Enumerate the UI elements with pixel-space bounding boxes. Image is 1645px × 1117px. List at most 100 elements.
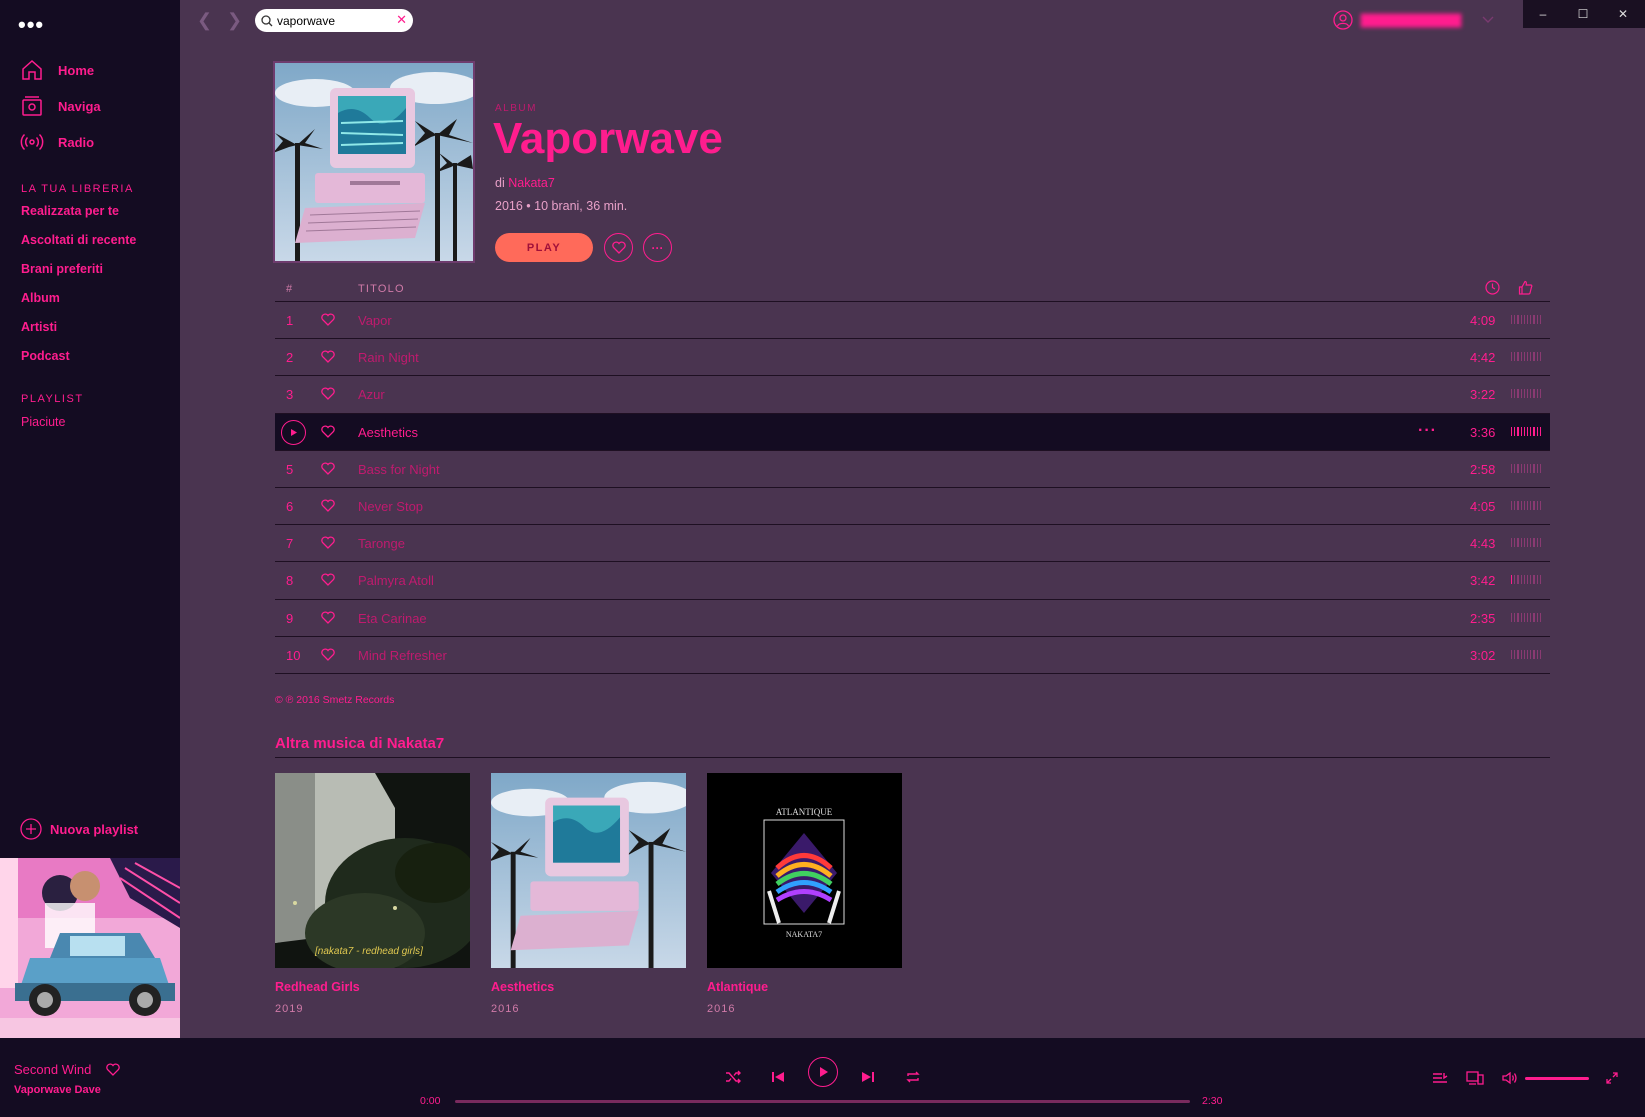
track-title[interactable]: Palmyra Atoll xyxy=(358,573,434,588)
forward-arrow-icon[interactable]: ❯ xyxy=(227,10,242,31)
repeat-icon[interactable] xyxy=(905,1070,921,1084)
search-input[interactable] xyxy=(277,13,387,28)
track-popularity xyxy=(1511,463,1542,473)
track-play-button[interactable] xyxy=(281,419,306,445)
track-more-button[interactable]: ··· xyxy=(1418,422,1437,440)
track-title[interactable]: Eta Carinae xyxy=(358,611,427,626)
track-row[interactable]: 7 Taronge 4:43 xyxy=(275,525,1550,563)
album-artist-link[interactable]: Nakata7 xyxy=(508,176,555,190)
track-title[interactable]: Taronge xyxy=(358,536,405,551)
track-popularity xyxy=(1511,538,1542,548)
track-row[interactable]: Aesthetics ··· 3:36 xyxy=(275,413,1550,451)
track-title[interactable]: Aesthetics xyxy=(358,425,418,440)
heart-icon[interactable] xyxy=(321,462,335,475)
album-card-aesthetics[interactable]: Aesthetics 2016 xyxy=(491,773,686,1015)
player-play-button[interactable] xyxy=(808,1057,838,1087)
heart-icon[interactable] xyxy=(321,499,335,512)
progress-bar[interactable] xyxy=(455,1100,1190,1103)
play-icon xyxy=(820,1067,828,1077)
chevron-down-icon[interactable] xyxy=(1481,12,1495,26)
play-icon xyxy=(291,428,297,436)
playlist-item-liked[interactable]: Piaciute xyxy=(21,415,65,429)
track-title[interactable]: Never Stop xyxy=(358,499,423,514)
library-item-liked-songs[interactable]: Brani preferiti xyxy=(21,262,103,276)
track-title[interactable]: Vapor xyxy=(358,313,392,328)
fullscreen-icon[interactable] xyxy=(1605,1071,1619,1085)
album-card-cover-title: ATLANTIQUE xyxy=(776,807,833,817)
library-item-podcasts[interactable]: Podcast xyxy=(21,349,70,363)
album-card-name[interactable]: Redhead Girls xyxy=(275,980,470,994)
divider xyxy=(275,757,1550,758)
user-menu[interactable]: ▇▇▇▇▇▇▇▇▇▇ xyxy=(1333,10,1494,30)
track-row[interactable]: 8 Palmyra Atoll 3:42 xyxy=(275,562,1550,600)
now-playing-cover[interactable] xyxy=(0,858,180,1038)
new-playlist-button[interactable]: Nuova playlist xyxy=(20,818,138,840)
heart-icon[interactable] xyxy=(321,313,335,326)
track-title[interactable]: Azur xyxy=(358,387,385,402)
album-meta: 2016 • 10 brani, 36 min. xyxy=(495,199,628,213)
track-row[interactable]: 10 Mind Refresher 3:02 xyxy=(275,637,1550,674)
track-row[interactable]: 5 Bass for Night 2:58 xyxy=(275,451,1550,488)
heart-icon[interactable] xyxy=(321,610,335,624)
next-icon[interactable] xyxy=(861,1070,875,1084)
now-playing-title[interactable]: Second Wind xyxy=(14,1062,91,1077)
album-card-atlantique[interactable]: ATLANTIQUE NAKATA7 Atlantique 2016 xyxy=(707,773,902,1015)
track-number: 10 xyxy=(286,647,301,663)
previous-icon[interactable] xyxy=(771,1070,785,1084)
library-item-artists[interactable]: Artisti xyxy=(21,320,57,334)
track-row[interactable]: 1 Vapor 4:09 xyxy=(275,302,1550,340)
library-item-recently-played[interactable]: Ascoltati di recente xyxy=(21,233,136,247)
volume-icon[interactable] xyxy=(1502,1071,1518,1085)
more-options-button[interactable]: ··· xyxy=(643,233,672,262)
album-card-cover[interactable] xyxy=(491,773,686,968)
library-item-albums[interactable]: Album xyxy=(21,291,60,305)
nav-radio[interactable]: Radio xyxy=(20,129,94,155)
minimize-button[interactable]: – xyxy=(1523,0,1563,28)
library-section-title: LA TUA LIBRERIA xyxy=(21,183,134,195)
album-card-cover-caption: [nakata7 - redhead girls] xyxy=(314,946,423,957)
heart-icon[interactable] xyxy=(321,536,335,550)
library-item-made-for-you[interactable]: Realizzata per te xyxy=(21,204,119,218)
heart-icon[interactable] xyxy=(321,648,335,661)
track-duration: 4:05 xyxy=(1470,498,1496,514)
album-cover xyxy=(275,63,473,261)
track-duration: 3:02 xyxy=(1470,647,1496,663)
heart-icon[interactable] xyxy=(321,573,335,587)
heart-icon[interactable] xyxy=(321,350,335,364)
track-title[interactable]: Rain Night xyxy=(358,350,419,365)
track-row[interactable]: 9 Eta Carinae 2:35 xyxy=(275,600,1550,637)
queue-icon[interactable] xyxy=(1432,1071,1448,1085)
track-title[interactable]: Bass for Night xyxy=(358,462,440,477)
menu-dots-button[interactable]: ••• xyxy=(18,12,44,38)
track-list: # TITOLO 1 Vapor 4:09 2 Rain Night 4:42 3 Azur 3… xyxy=(275,280,1550,674)
back-arrow-icon[interactable]: ❮ xyxy=(197,10,212,31)
now-playing-heart-icon[interactable] xyxy=(106,1063,120,1076)
play-button[interactable]: PLAY xyxy=(495,233,593,262)
track-row[interactable]: 2 Rain Night 4:42 xyxy=(275,339,1550,377)
nav-browse[interactable]: Naviga xyxy=(20,93,101,119)
album-card-name[interactable]: Aesthetics xyxy=(491,980,686,994)
track-row[interactable]: 3 Azur 3:22 xyxy=(275,376,1550,414)
header-title: TITOLO xyxy=(358,283,405,295)
track-title[interactable]: Mind Refresher xyxy=(358,648,447,663)
heart-icon[interactable] xyxy=(321,387,335,401)
album-card-redhead-girls[interactable]: [nakata7 - redhead girls] Redhead Girls … xyxy=(275,773,470,1015)
track-popularity xyxy=(1511,649,1542,659)
maximize-button[interactable]: ☐ xyxy=(1563,0,1603,28)
album-card-cover[interactable]: [nakata7 - redhead girls] xyxy=(275,773,470,968)
album-type-label: ALBUM xyxy=(495,103,537,114)
nav-home[interactable]: Home xyxy=(20,57,94,83)
search-box: ✕ xyxy=(255,9,413,32)
track-row[interactable]: 6 Never Stop 4:05 xyxy=(275,488,1550,526)
album-card-cover[interactable]: ATLANTIQUE NAKATA7 xyxy=(707,773,902,968)
devices-icon[interactable] xyxy=(1466,1071,1484,1085)
volume-slider[interactable] xyxy=(1525,1077,1589,1080)
shuffle-icon[interactable] xyxy=(725,1070,741,1084)
clear-search-icon[interactable]: ✕ xyxy=(396,12,407,28)
heart-icon[interactable] xyxy=(321,425,335,438)
album-title: Vaporwave xyxy=(493,114,723,163)
like-album-button[interactable] xyxy=(604,233,633,262)
album-card-name[interactable]: Atlantique xyxy=(707,980,902,994)
close-window-button[interactable]: ✕ xyxy=(1603,0,1643,28)
now-playing-artist[interactable]: Vaporwave Dave xyxy=(14,1084,101,1096)
